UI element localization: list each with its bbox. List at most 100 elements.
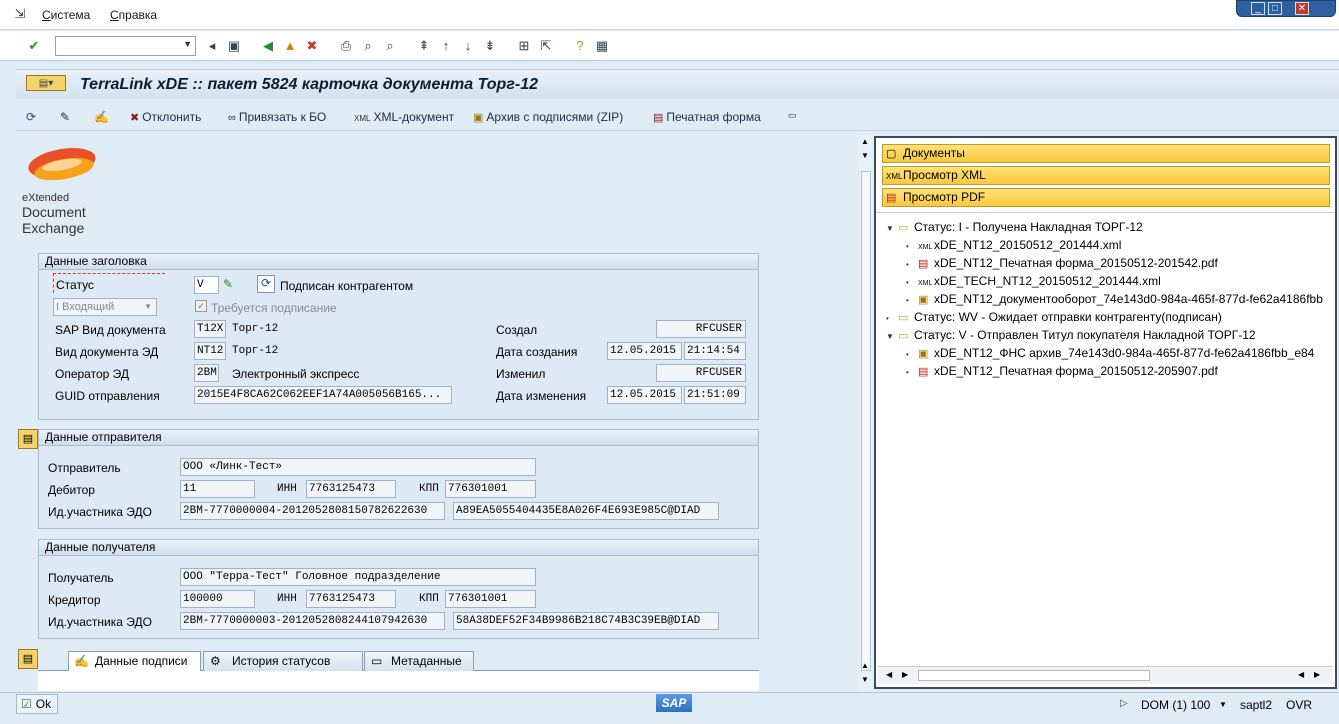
tab-status-history[interactable]: ⚙ История статусов xyxy=(203,651,363,671)
minimize-button[interactable]: _ xyxy=(1251,2,1265,15)
doc-icon[interactable]: ▭ xyxy=(788,110,797,121)
expand-icon[interactable]: ▼ xyxy=(886,328,898,344)
help-icon[interactable]: ? xyxy=(572,38,588,54)
tree-leaf[interactable]: • XML xDE_TECH_NT12_20150512_201444.xml xyxy=(906,272,1339,290)
tree-node[interactable]: ▼ ▭ Статус: I - Получена Накладная ТОРГ-12 xyxy=(886,218,1336,236)
changed-time-field[interactable]: 21:51:09 xyxy=(684,386,746,404)
receiver-inn-field[interactable]: 7763125473 xyxy=(306,590,396,608)
scroll-down-icon[interactable]: ▼ xyxy=(861,675,869,684)
changed-by-field[interactable]: RFCUSER xyxy=(656,364,746,382)
operator-code[interactable]: 2BM xyxy=(194,364,219,382)
last-page-icon[interactable]: ⇟ xyxy=(482,38,498,54)
tree-node[interactable]: ▼ ▭ Статус: V - Отправлен Титул покупателя… xyxy=(886,326,1336,344)
sender-edo-box[interactable]: A89EA5055404435E8A026F4E693E985C@DIAD xyxy=(453,502,719,520)
chevron-down-icon[interactable]: ▼ xyxy=(183,39,192,49)
status-field[interactable]: V xyxy=(194,276,219,294)
vertical-scrollbar[interactable]: ▲ ▼ ▲ ▼ xyxy=(859,135,873,691)
receiver-kpp-field[interactable]: 776301001 xyxy=(445,590,536,608)
sap-doc-type-code[interactable]: T12X xyxy=(194,320,226,338)
created-by-field[interactable]: RFCUSER xyxy=(656,320,746,338)
scroll-right-icon[interactable]: ▶ xyxy=(1314,670,1320,679)
scroll-left-icon[interactable]: ◀ xyxy=(886,670,892,679)
system-info[interactable]: DOM (1) 100 xyxy=(1141,698,1210,712)
hscroll-thumb[interactable] xyxy=(918,670,1150,681)
sender-kpp-field[interactable]: 776301001 xyxy=(445,480,536,498)
tree-leaf[interactable]: • ▣ xDE_NT12_документооборот_74e143d0-984a… xyxy=(906,290,1338,308)
close-button[interactable]: ✕ xyxy=(1295,2,1309,15)
tree-leaf[interactable]: • ▣ xDE_NT12_ФНС архив_74e143d0-984a-465f-… xyxy=(906,344,1338,362)
ed-type-code[interactable]: NT12 xyxy=(194,342,226,360)
cancel-icon[interactable]: ✖ xyxy=(304,38,320,54)
receiver-edo-field[interactable]: 2BM-7770000003-2012052808244107942630 xyxy=(180,612,445,630)
scroll-thumb[interactable] xyxy=(861,171,871,671)
print-form-button[interactable]: ▤ Печатная форма xyxy=(653,110,761,124)
changed-date-field[interactable]: 12.05.2015 xyxy=(607,386,682,404)
exit-icon[interactable]: ▲ xyxy=(282,38,298,54)
status-toggle-icon[interactable]: ▷ xyxy=(1120,698,1128,709)
created-time-field[interactable]: 21:14:54 xyxy=(684,342,746,360)
scroll-down-icon[interactable]: ▲ xyxy=(861,661,869,670)
sign-required-checkbox[interactable]: ✓ xyxy=(195,300,207,312)
first-page-icon[interactable]: ⇞ xyxy=(416,38,432,54)
back-history-icon[interactable]: ◂ xyxy=(204,38,220,54)
tree-leaf[interactable]: • ▤ xDE_NT12_Печатная форма_20150512-20154… xyxy=(906,254,1339,272)
back-icon[interactable]: ◀ xyxy=(260,38,276,54)
command-field[interactable]: ▼ xyxy=(55,36,196,56)
view-xml-button[interactable]: XML Просмотр XML xyxy=(882,166,1330,185)
tree-node[interactable]: • ▭ Статус: WV - Ожидает отправки контраге… xyxy=(886,308,1336,326)
find-next-icon[interactable]: ⌕ xyxy=(382,38,398,54)
screen-menu-icon[interactable]: ▤▾ xyxy=(26,75,66,91)
scroll-up-icon[interactable]: ▲ xyxy=(861,137,869,146)
tab-metadata[interactable]: ▭ Метаданные xyxy=(364,651,474,671)
bind-button[interactable]: ∞ Привязать к БО xyxy=(228,110,326,124)
created-date-field[interactable]: 12.05.2015 xyxy=(607,342,682,360)
documents-button[interactable]: ▢ Документы xyxy=(882,144,1330,163)
new-session-icon[interactable]: ⊞ xyxy=(516,38,532,54)
status-message[interactable]: ☑ Ok xyxy=(16,694,58,714)
sender-field[interactable]: ООО «Линк-Тест» xyxy=(180,458,536,476)
xml-label: XML-документ xyxy=(373,110,455,124)
pencil-icon[interactable]: ✎ xyxy=(223,277,233,291)
refresh-icon[interactable]: ⟳ xyxy=(26,110,36,124)
tree-leaf[interactable]: • ▤ xDE_NT12_Печатная форма_20150512-20590… xyxy=(906,362,1339,380)
xml-button[interactable]: XML XML-документ xyxy=(354,110,454,124)
shortcut-icon[interactable]: ⇱ xyxy=(538,38,554,54)
menu-help[interactable]: Справка xyxy=(110,8,157,22)
collapse-sender-icon[interactable]: ▤ xyxy=(18,429,38,449)
archive-button[interactable]: ▣ Архив с подписями (ZIP) xyxy=(473,110,623,124)
refresh-status-icon[interactable]: ⟳ xyxy=(257,275,275,293)
find-icon[interactable]: ⌕ xyxy=(360,38,376,54)
chevron-down-icon[interactable]: ▼ xyxy=(1219,700,1227,709)
layout-icon[interactable]: ▦ xyxy=(594,38,610,54)
menu-icon[interactable]: ⇲ xyxy=(12,6,28,22)
receiver-edo-box[interactable]: 58A38DEF52F34B9986B218C74B3C39EB@DIAD xyxy=(453,612,719,630)
sender-edo-field[interactable]: 2BM-7770000004-2012052808150782622630 xyxy=(180,502,445,520)
previous-page-icon[interactable]: ↑ xyxy=(438,38,454,54)
restore-button[interactable]: □ xyxy=(1268,2,1282,15)
print-icon[interactable]: ⎙ xyxy=(338,38,354,54)
tab-signature-data[interactable]: ✍ Данные подписи xyxy=(68,651,201,671)
tree-leaf[interactable]: • XML xDE_NT12_20150512_201444.xml xyxy=(906,236,1339,254)
reject-button[interactable]: ✖ Отклонить xyxy=(130,110,201,124)
scroll-left-icon[interactable]: ◀ xyxy=(1298,670,1304,679)
expand-icon[interactable]: ▼ xyxy=(886,220,898,236)
collapse-tabs-icon[interactable]: ▤ xyxy=(18,649,38,669)
enter-icon[interactable]: ✔ xyxy=(26,38,42,54)
sap-logo: SAP xyxy=(656,694,692,712)
guid-field[interactable]: 2015E4F8CA62C062EEF1A74A005056B165... xyxy=(194,386,452,404)
menu-system[interactable]: Система xyxy=(42,8,90,22)
next-page-icon[interactable]: ↓ xyxy=(460,38,476,54)
direction-select[interactable]: I Входящий ▼ xyxy=(53,298,157,316)
edit-icon[interactable]: ✎ xyxy=(60,110,70,124)
scroll-up-icon[interactable]: ▼ xyxy=(861,151,869,160)
scroll-right-icon[interactable]: ▶ xyxy=(902,670,908,679)
debtor-field[interactable]: 11 xyxy=(180,480,255,498)
view-pdf-button[interactable]: ▤ Просмотр PDF xyxy=(882,188,1330,207)
receiver-field[interactable]: ООО "Терра-Тест" Головное подразделение xyxy=(180,568,536,586)
save-icon[interactable]: ▣ xyxy=(226,38,242,54)
creditor-field[interactable]: 100000 xyxy=(180,590,255,608)
horizontal-scrollbar[interactable]: ◀ ▶ ◀ ▶ xyxy=(878,666,1333,684)
input-mode[interactable]: OVR xyxy=(1286,698,1312,712)
sender-inn-field[interactable]: 7763125473 xyxy=(306,480,396,498)
sign-icon[interactable]: ✍ xyxy=(94,110,109,124)
